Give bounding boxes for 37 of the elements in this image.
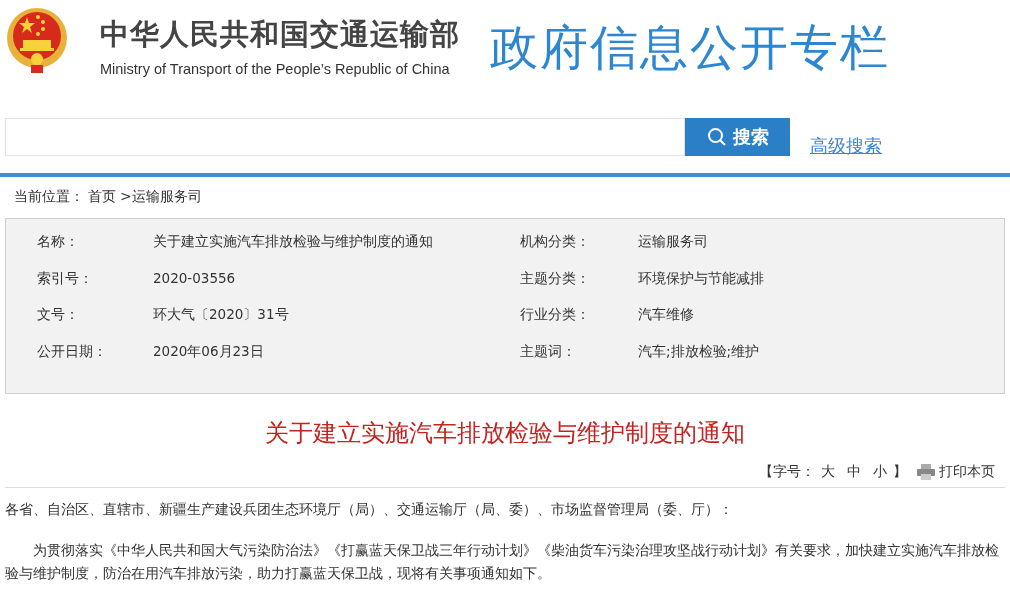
breadcrumb-label: 当前位置： (14, 188, 84, 204)
search-icon (706, 127, 727, 147)
printer-icon[interactable] (917, 464, 935, 480)
bracket-text: 】 (893, 463, 907, 481)
font-size-label: 【字号： (759, 463, 815, 481)
search-button[interactable]: 搜索 (685, 118, 790, 156)
section-title: 政府信息公开专栏 (490, 18, 890, 77)
site-subtitle: Ministry of Transport of the People’s Republic of China (100, 61, 451, 77)
field-label: 主题词： (520, 343, 577, 362)
print-link[interactable]: 打印本页 (939, 463, 995, 481)
field-label: 名称： (36, 233, 80, 251)
font-size-option[interactable]: 大 (821, 463, 835, 481)
field-label: 主题分类： (520, 269, 591, 288)
article-title: 关于建立实施汽车排放检验与维护制度的通知 (264, 418, 746, 449)
field-label: 公开日期： (36, 343, 108, 362)
emblem-logo (5, 5, 69, 75)
paragraph: 为贯彻落实《中华人民共和国大气污染防治法》《打赢蓝天保卫战三年行动计划》《柴油货车污染治理攻坚战行动计划》有关要求，加快建立实施汽车排放检验与维护制度，防治在用汽车排放污染，助力打赢蓝天保卫战，现将有关事项通知如下。 (5, 541, 1000, 583)
field-value: 环大气〔2020〕31号 (153, 306, 290, 325)
field-value: 运输服务司 (638, 233, 709, 251)
field-label: 文号： (36, 306, 80, 325)
field-label: 索引号： (36, 269, 94, 288)
font-size-option[interactable]: 中 (847, 463, 861, 481)
field-label: 行业分类： (520, 306, 591, 325)
site-title: 中华人民共和国交通运输部 (100, 16, 460, 53)
field-value: 汽车;排放检验;维护 (638, 343, 761, 362)
field-label: 机构分类： (520, 233, 591, 251)
paragraph: 各省、自治区、直辖市、新疆生产建设兵团生态环境厅（局）、交通运输厅（局、委）、市场监督管理局（委、厅）： (5, 500, 734, 519)
field-value: 汽车维修 (638, 306, 695, 325)
search-field[interactable] (5, 118, 685, 156)
field-value: 关于建立实施汽车排放检验与维护制度的通知 (153, 233, 434, 251)
field-value: 2020-03556 (153, 269, 237, 288)
advanced-search-link[interactable]: 高级搜索 (810, 134, 882, 158)
font-size-option[interactable]: 小 (873, 463, 887, 481)
field-value: 环境保护与节能减排 (638, 269, 765, 288)
field-value: 2020年06月23日 (153, 343, 265, 362)
breadcrumb-link[interactable]: >运输服务司 (120, 188, 202, 204)
breadcrumb-link[interactable]: 首页 (88, 188, 116, 204)
